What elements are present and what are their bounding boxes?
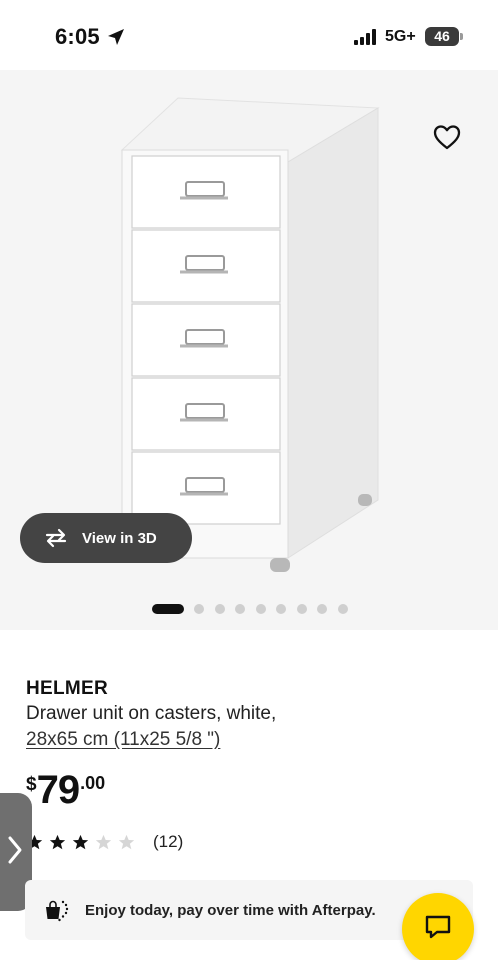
carousel-dot[interactable] [194, 604, 204, 614]
afterpay-text: Enjoy today, pay over time with Afterpay… [85, 901, 376, 919]
status-bar: 6:05 5G+ 46 [0, 0, 498, 70]
star-empty-icon [118, 834, 135, 849]
product-gallery[interactable]: View in 3D [0, 70, 498, 630]
view-in-3d-button[interactable]: View in 3D [20, 513, 192, 563]
star-empty-icon [95, 834, 112, 849]
location-arrow-icon [108, 29, 124, 45]
star-filled-icon [49, 834, 66, 849]
heart-icon[interactable] [433, 124, 461, 150]
signal-bars-icon [354, 29, 376, 45]
carousel-indicator[interactable] [152, 603, 358, 615]
view-in-3d-label: View in 3D [82, 529, 157, 547]
network-type: 5G+ [385, 28, 416, 45]
product-price: $ 79 .00 [26, 770, 105, 818]
battery-tip [460, 33, 463, 40]
status-time: 6:05 [55, 24, 100, 49]
price-decimal: .00 [80, 773, 106, 793]
carousel-dot[interactable] [235, 604, 245, 614]
product-dimensions-link[interactable]: 28x65 cm (11x25 5/8 ") [26, 729, 220, 751]
chat-button[interactable] [402, 893, 474, 960]
product-description: Drawer unit on casters, white, [26, 703, 277, 724]
carousel-dot-active[interactable] [152, 604, 184, 614]
carousel-dot[interactable] [276, 604, 286, 614]
afterpay-bag-icon [46, 900, 69, 922]
carousel-dot[interactable] [296, 604, 307, 614]
chat-bubble-icon [425, 915, 451, 939]
product-name: HELMER [26, 678, 109, 699]
rotate-3d-icon [45, 528, 67, 548]
battery-icon: 46 [425, 27, 459, 46]
carousel-dot[interactable] [317, 604, 327, 614]
product-rating[interactable]: (12) [26, 832, 183, 852]
carousel-dot[interactable] [214, 604, 225, 614]
price-currency: $ [26, 774, 37, 795]
price-integer: 79 [36, 768, 80, 812]
chevron-right-icon [8, 836, 22, 864]
carousel-dot[interactable] [337, 604, 348, 614]
star-filled-icon [72, 834, 89, 849]
carousel-dot[interactable] [255, 604, 266, 614]
review-count: (12) [153, 832, 184, 851]
